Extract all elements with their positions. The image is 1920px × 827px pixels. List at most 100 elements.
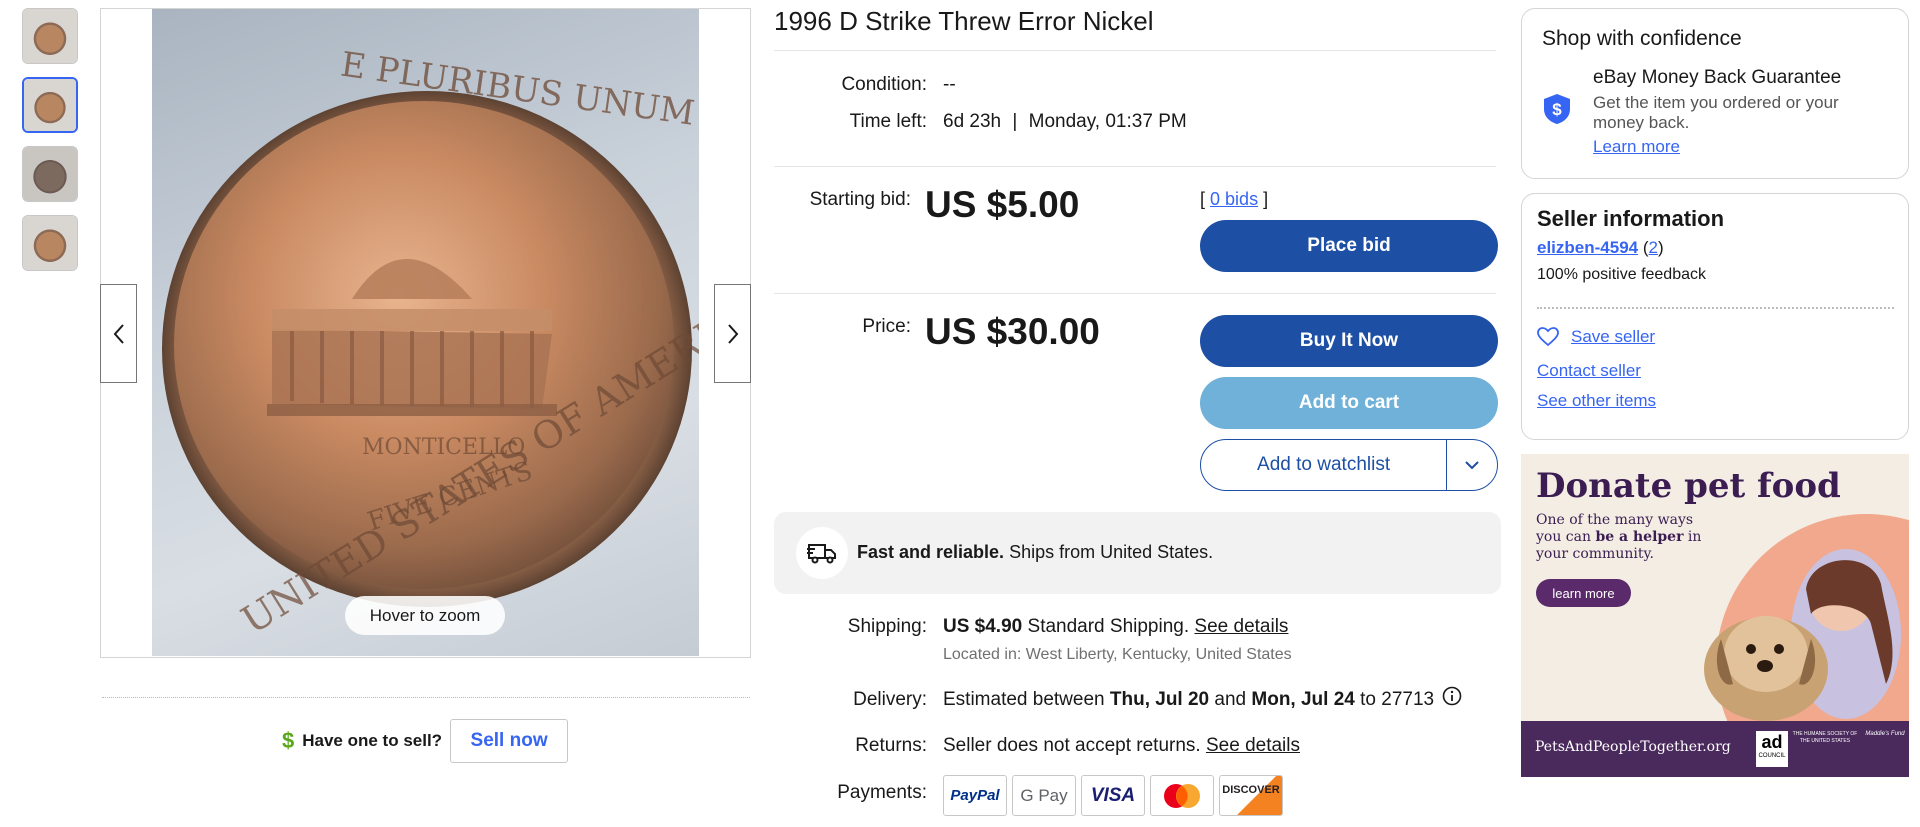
advertisement-banner[interactable]: Donate pet food One of the many ways you… — [1521, 454, 1909, 777]
save-seller-button[interactable]: Save seller — [1537, 327, 1655, 347]
end-time: Monday, 01:37 PM — [1028, 111, 1187, 132]
sell-prompt-text: Have one to sell? — [302, 731, 443, 750]
delivery-label: Delivery: — [853, 689, 927, 710]
price-label: Price: — [862, 316, 911, 337]
ad-council-logo: ad COUNCIL — [1756, 731, 1788, 767]
add-to-cart-button[interactable]: Add to cart — [1200, 377, 1498, 429]
learn-more-link[interactable]: Learn more — [1593, 137, 1680, 157]
delivery-end: Mon, Jul 24 — [1251, 689, 1355, 710]
save-seller-link[interactable]: Save seller — [1571, 327, 1655, 347]
item-location: Located in: West Liberty, Kentucky, Unit… — [943, 646, 1292, 663]
divider — [774, 293, 1496, 294]
buy-now-price: US $30.00 — [925, 311, 1100, 352]
mastercard-logo — [1150, 775, 1214, 816]
delivery-zip: to 27713 — [1360, 689, 1435, 710]
shipping-info: US $4.90 Standard Shipping. See details — [943, 616, 1288, 638]
ad-learn-more-button[interactable]: learn more — [1536, 579, 1631, 607]
ad-council-sub: COUNCIL — [1758, 753, 1786, 759]
payments-label: Payments: — [837, 782, 927, 803]
shipping-banner-text: Fast and reliable. Ships from United Sta… — [857, 542, 1213, 563]
divider — [774, 166, 1496, 167]
returns-see-details-link[interactable]: See details — [1206, 735, 1300, 756]
delivery-prefix: Estimated between — [943, 689, 1105, 710]
visa-logo: VISA — [1081, 775, 1145, 816]
ad-line-2-bold: be a helper — [1595, 529, 1684, 545]
condition-value: -- — [943, 74, 956, 95]
maddies-fund-logo: Maddie's Fund — [1865, 731, 1905, 737]
thumbnail-1[interactable] — [22, 8, 78, 64]
previous-image-button[interactable] — [100, 284, 137, 383]
ad-council-badge: ad — [1761, 732, 1783, 752]
place-bid-button[interactable]: Place bid — [1200, 220, 1498, 272]
sell-prompt: $ Have one to sell? Sell now — [282, 719, 569, 763]
positive-feedback: 100% positive feedback — [1537, 266, 1706, 283]
returns-text: Seller does not accept returns. — [943, 735, 1201, 756]
time-left-label: Time left: — [849, 111, 927, 132]
delivery-estimate: Estimated between Thu, Jul 20 and Mon, J… — [943, 689, 1434, 711]
sell-now-button[interactable]: Sell now — [450, 719, 569, 763]
visa-text: VISA — [1090, 784, 1136, 806]
guarantee-heading: eBay Money Back Guarantee — [1593, 67, 1842, 88]
shipping-banner-detail: Ships from United States. — [1009, 542, 1214, 562]
watchlist-dropdown-button[interactable] — [1447, 460, 1497, 470]
returns-label: Returns: — [855, 735, 927, 756]
heart-icon — [1537, 327, 1559, 347]
shipping-see-details-link[interactable]: See details — [1194, 616, 1288, 637]
ad-headline: Donate pet food — [1536, 466, 1841, 506]
watchlist-control: Add to watchlist — [1200, 439, 1498, 491]
google-pay-logo: G Pay — [1012, 775, 1076, 816]
buy-it-now-button[interactable]: Buy It Now — [1200, 315, 1498, 367]
info-icon[interactable] — [1442, 686, 1462, 711]
starting-bid-label: Starting bid: — [809, 189, 911, 210]
coin-thumbnail-image — [24, 79, 76, 131]
starting-bid-price: US $5.00 — [925, 184, 1080, 225]
gpay-text: G Pay — [1020, 785, 1068, 805]
ad-illustration — [1704, 549, 1901, 721]
bracket: ) — [1657, 238, 1664, 257]
truck-icon — [796, 527, 848, 579]
divider — [774, 50, 1496, 51]
coin-photo: E PLURIBUS UNUM MONTICELLO FIVE CENTS UN… — [162, 45, 699, 643]
guarantee-line-2: money back. — [1593, 113, 1690, 132]
coin-thumbnail-image — [23, 147, 77, 201]
main-product-image[interactable]: E PLURIBUS UNUM MONTICELLO FIVE CENTS UN… — [152, 9, 699, 656]
next-image-button[interactable] — [714, 284, 751, 383]
seller-information-card: Seller information elizben-4594 (2) 100%… — [1521, 193, 1909, 440]
thumbnail-3[interactable] — [22, 146, 78, 202]
shipping-cost: US $4.90 — [943, 616, 1023, 637]
add-to-watchlist-button[interactable]: Add to watchlist — [1201, 454, 1446, 476]
discover-text: DISCOVER — [1222, 783, 1280, 796]
discover-logo: DISCOVER — [1219, 775, 1283, 816]
listing-title: 1996 D Strike Threw Error Nickel — [774, 6, 1154, 36]
humane-society-text: THE HUMANE SOCIETY OF THE UNITED STATES — [1792, 731, 1858, 744]
bid-count: [ 0 bids ] — [1200, 189, 1268, 210]
coin-thumbnail-image — [23, 9, 77, 63]
seller-name-link[interactable]: elizben-4594 — [1537, 238, 1638, 257]
ad-footer-bar: PetsAndPeopleTogether.org ad COUNCIL THE… — [1521, 721, 1909, 777]
separator: | — [1012, 111, 1018, 132]
contact-seller-link[interactable]: Contact seller — [1537, 361, 1641, 381]
shipping-banner: Fast and reliable. Ships from United Sta… — [774, 512, 1501, 594]
delivery-and: and — [1214, 689, 1247, 710]
bracket: [ — [1200, 189, 1206, 209]
time-left: 6d 23h | Monday, 01:37 PM — [943, 111, 1187, 133]
hover-to-zoom-hint: Hover to zoom — [345, 596, 505, 635]
chevron-right-icon — [727, 323, 738, 344]
maddies-fund-text: Maddie's Fund — [1865, 731, 1905, 737]
bids-link[interactable]: 0 bids — [1210, 189, 1258, 209]
seller-info-title: Seller information — [1537, 206, 1725, 231]
see-other-items-link[interactable]: See other items — [1537, 391, 1656, 411]
ad-line-2-post: in — [1687, 529, 1702, 545]
thumbnail-4[interactable] — [22, 215, 78, 271]
delivery-start: Thu, Jul 20 — [1109, 689, 1210, 710]
seller-name-row: elizben-4594 (2) — [1537, 238, 1664, 258]
dollar-icon: $ — [282, 728, 295, 753]
chevron-down-icon — [1465, 461, 1479, 470]
shipping-method: Standard Shipping. — [1027, 616, 1190, 637]
divider — [1537, 307, 1894, 309]
condition-label: Condition: — [841, 74, 927, 95]
ad-line-2-pre: you can — [1536, 529, 1592, 545]
thumbnail-2[interactable] — [22, 77, 78, 133]
seller-feedback-score[interactable]: 2 — [1649, 238, 1658, 257]
time-left-value: 6d 23h — [943, 111, 1002, 132]
